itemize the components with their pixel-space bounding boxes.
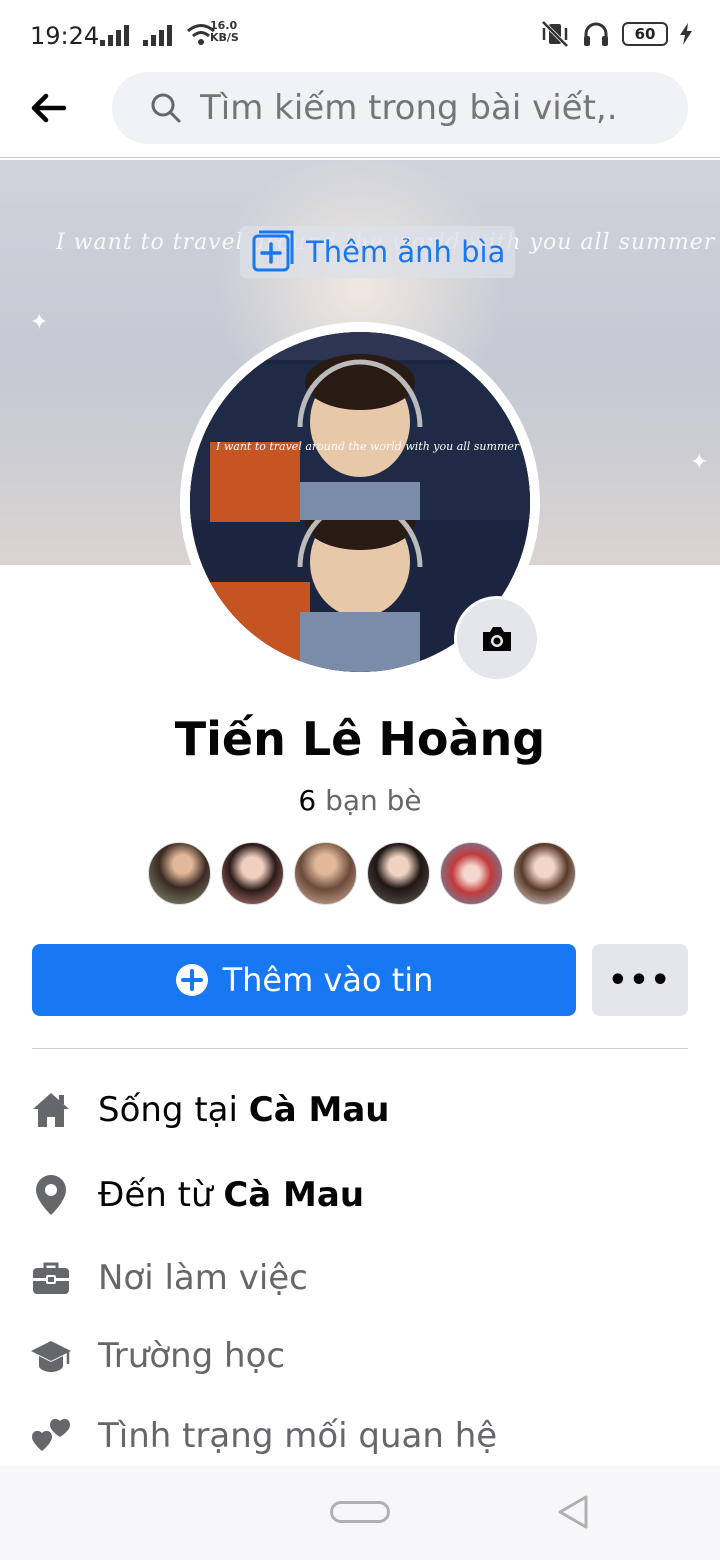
back-arrow-icon <box>31 93 66 123</box>
signal-icon <box>143 24 172 46</box>
add-to-story-label: Thêm vào tin <box>222 961 434 999</box>
back-button[interactable] <box>30 88 82 128</box>
status-time: 19:24 <box>30 22 100 50</box>
friend-avatar[interactable] <box>440 842 503 905</box>
svg-text:I want to travel around the wo: I want to travel around the world with y… <box>215 440 520 453</box>
add-cover-label: Thêm ảnh bìa <box>306 235 506 269</box>
plus-circle-icon <box>175 964 208 996</box>
relationship-label: Tình trạng mối quan hệ <box>98 1416 498 1456</box>
friend-avatars <box>148 842 576 905</box>
add-photo-icon <box>252 230 294 272</box>
lives-in-text: Sống tại Cà Mau <box>98 1090 389 1130</box>
search-bar[interactable] <box>112 72 688 144</box>
add-to-story-button[interactable]: Thêm vào tin <box>32 944 576 1016</box>
search-header <box>0 70 720 158</box>
school-label: Trường học <box>98 1336 286 1376</box>
graduation-cap-icon <box>30 1335 72 1377</box>
add-cover-photo-button[interactable]: Thêm ảnh bìa <box>240 226 516 278</box>
nav-back-icon[interactable] <box>556 1494 590 1530</box>
lives-in-value: Cà Mau <box>248 1090 390 1130</box>
friends-count[interactable]: 6 bạn bè <box>0 784 720 817</box>
sparkle-decoration: ✦ <box>690 450 709 475</box>
camera-icon <box>483 627 511 651</box>
net-speed-unit: KB/S <box>210 31 239 44</box>
profile-name: Tiến Lê Hoàng <box>174 712 546 766</box>
detail-school[interactable]: Trường học <box>30 1326 285 1386</box>
detail-from[interactable]: Đến từ Cà Mau <box>30 1165 364 1225</box>
friend-avatar[interactable] <box>367 842 430 905</box>
more-options-button[interactable]: ••• <box>592 944 688 1016</box>
status-right-icons: 60 <box>540 20 692 48</box>
detail-relationship[interactable]: Tình trạng mối quan hệ <box>30 1406 497 1466</box>
vibrate-off-icon <box>541 20 569 48</box>
friend-avatar[interactable] <box>294 842 357 905</box>
friend-avatar[interactable] <box>221 842 284 905</box>
friends-count-label: bạn bè <box>325 784 422 817</box>
friends-count-number: 6 <box>298 784 317 817</box>
signal-icons <box>100 22 216 46</box>
location-pin-icon <box>30 1174 72 1216</box>
briefcase-icon <box>30 1257 72 1299</box>
from-prefix: Đến từ <box>98 1175 224 1215</box>
lives-in-prefix: Sống tại <box>98 1090 249 1130</box>
detail-lives-in[interactable]: Sống tại Cà Mau <box>30 1080 389 1140</box>
friend-avatar[interactable] <box>513 842 576 905</box>
detail-workplace[interactable]: Nơi làm việc <box>30 1248 308 1308</box>
home-pill-button[interactable] <box>330 1501 390 1523</box>
change-avatar-button[interactable] <box>454 596 540 682</box>
hearts-icon <box>30 1415 72 1457</box>
friend-avatar[interactable] <box>148 842 211 905</box>
system-nav-bar <box>0 1466 720 1560</box>
battery-icon: 60 <box>622 22 668 46</box>
sparkle-decoration: ✦ <box>30 310 49 335</box>
from-text: Đến từ Cà Mau <box>98 1175 364 1215</box>
network-speed: 16.0 KB/S <box>210 20 239 44</box>
charging-icon <box>680 23 692 45</box>
headphones-icon <box>584 22 608 46</box>
workplace-label: Nơi làm việc <box>98 1258 308 1298</box>
search-input[interactable] <box>200 88 620 128</box>
home-icon <box>30 1089 72 1131</box>
search-icon <box>151 93 181 123</box>
from-value: Cà Mau <box>223 1175 365 1215</box>
status-bar: 19:24 16.0 KB/S 60 <box>0 0 720 70</box>
divider <box>32 1048 688 1049</box>
signal-icon <box>100 24 129 46</box>
